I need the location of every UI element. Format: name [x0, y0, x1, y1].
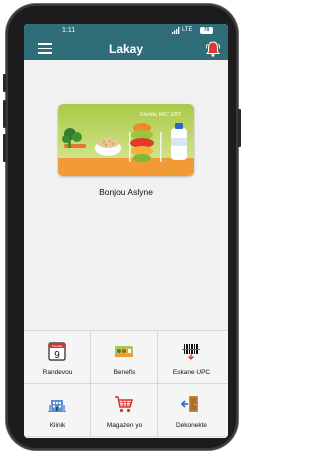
barcode-scan-icon [182, 344, 200, 360]
battery-icon: 78 [200, 27, 213, 34]
signal-icon [172, 27, 180, 34]
phone-frame: 1:11 LTE 78 Lakay Florida WIC EBT Bonjou… [3, 4, 241, 450]
phone-side-button [3, 74, 6, 92]
tile-benefis[interactable]: Benefis [91, 331, 158, 384]
tile-dekonekte[interactable]: Dekonekte [158, 384, 228, 437]
tile-klinik[interactable]: Klinik [24, 384, 91, 437]
clinic-building-icon [48, 400, 66, 412]
tile-eskane-upc[interactable]: Eskane UPC [158, 331, 228, 384]
network-type: LTE [182, 27, 193, 33]
status-time: 1:11 [62, 27, 76, 34]
calendar-icon: Tuesday 9 [48, 342, 66, 361]
tile-label: Randevou [42, 369, 73, 376]
tile-label: Dekonekte [175, 422, 208, 429]
wic-ebt-card-image: Florida WIC EBT [58, 104, 194, 176]
grocery-illustration [62, 123, 187, 162]
tile-magazen-yo[interactable]: Magazen yo [91, 384, 158, 437]
app-screen: 1:11 LTE 78 Lakay Florida WIC EBT Bonjou… [24, 24, 228, 438]
main-content: Florida WIC EBT Bonjou Aslyne [24, 60, 228, 350]
benefits-card-icon [115, 346, 133, 357]
menu-grid: Tuesday 9 Randevou Benefis Eskane UPC Kl… [24, 330, 228, 438]
phone-side-button [238, 109, 241, 147]
logout-door-icon [181, 396, 198, 412]
app-title: Lakay [108, 42, 144, 56]
tile-label: Benefis [113, 369, 136, 376]
phone-side-button [3, 134, 6, 162]
tile-randevou[interactable]: Tuesday 9 Randevou [24, 331, 91, 384]
shopping-cart-icon [115, 396, 133, 413]
tile-label: Eskane UPC [172, 369, 211, 376]
app-bar: Lakay [24, 38, 228, 60]
tile-label: Magazen yo [106, 422, 143, 429]
tile-label: Klinik [49, 422, 66, 429]
greeting-text: Bonjou Aslyne [99, 187, 153, 197]
status-bar: 1:11 LTE 78 [24, 24, 228, 38]
notification-bell-icon[interactable] [205, 40, 221, 58]
calendar-month: Tuesday [51, 344, 63, 348]
phone-side-button [3, 100, 6, 128]
calendar-day: 9 [54, 350, 60, 361]
